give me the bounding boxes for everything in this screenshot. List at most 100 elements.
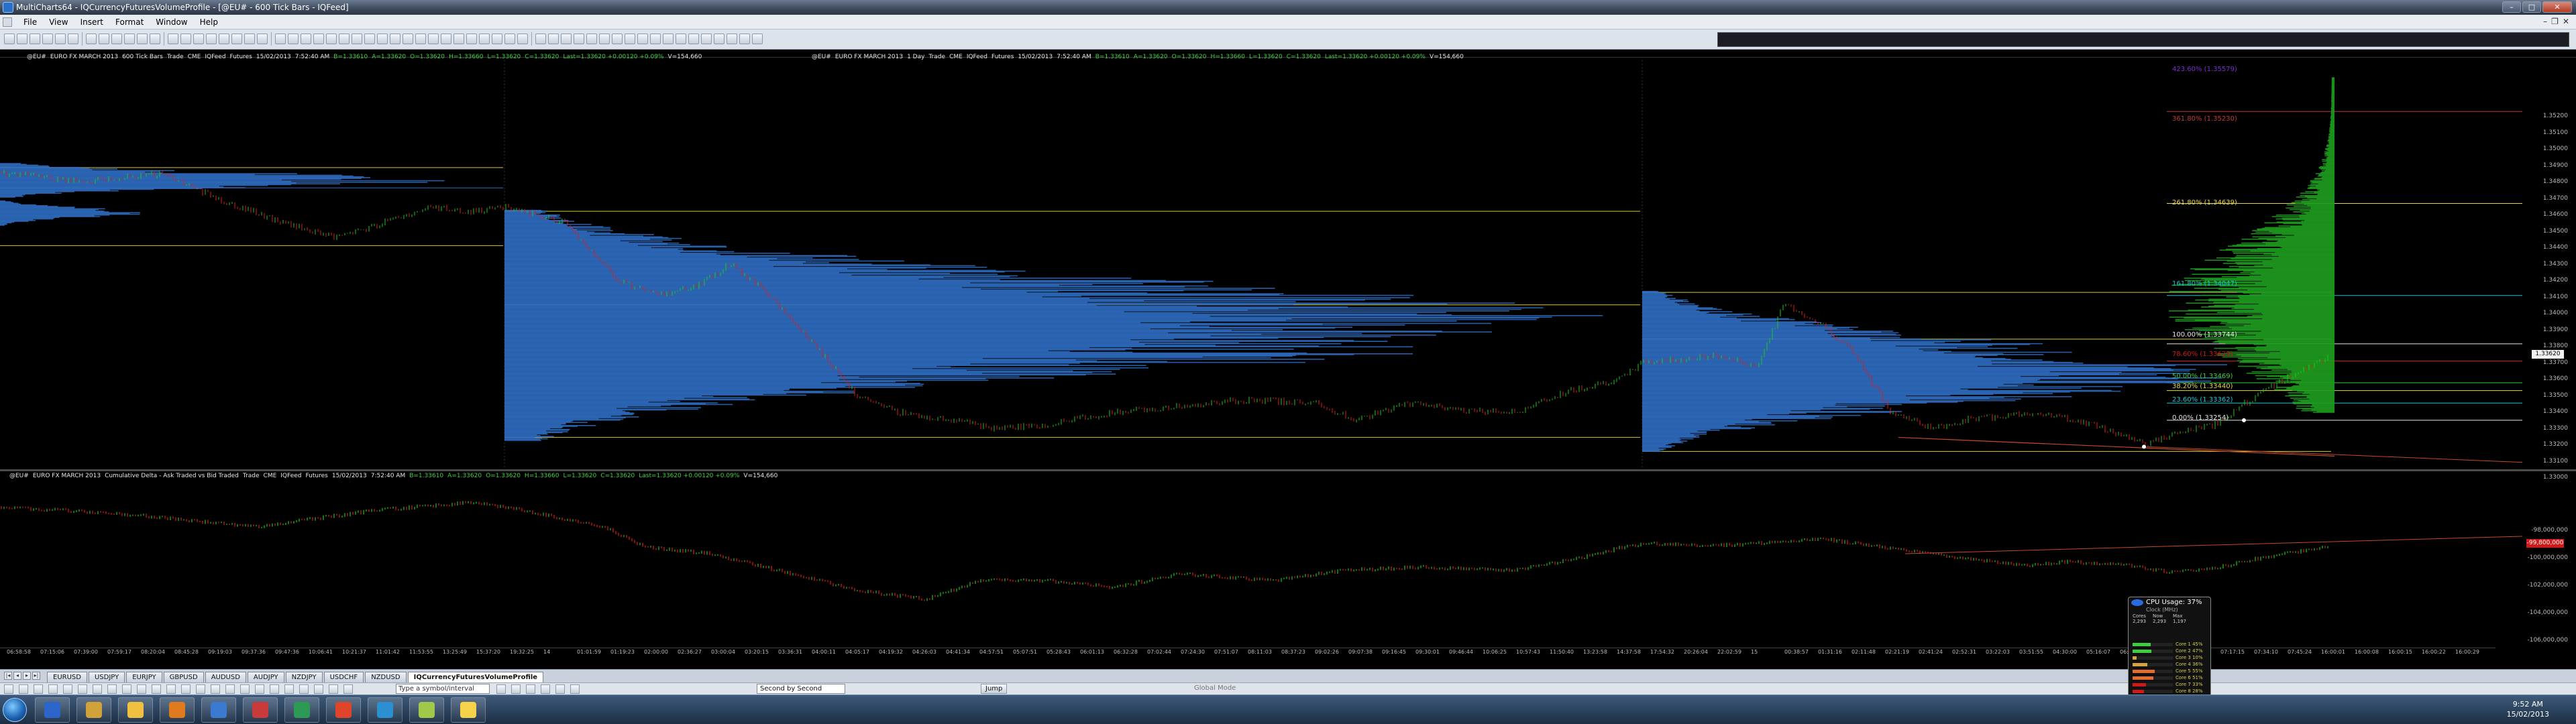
bottom-tool-icon[interactable] <box>270 684 279 694</box>
bottom-tool-icon[interactable] <box>78 684 87 694</box>
toolbar-tool-icon[interactable] <box>244 34 255 44</box>
bottom-tool-icon[interactable] <box>63 684 72 694</box>
toolbar-tool-icon[interactable] <box>326 34 337 44</box>
toolbar-tool-icon[interactable] <box>206 34 217 44</box>
workspace-tab[interactable]: AUDJPY <box>247 672 284 682</box>
tab-prev-icon[interactable]: ◂ <box>13 672 21 680</box>
toolbar-tool-icon[interactable] <box>231 34 242 44</box>
toolbar-tool-icon[interactable] <box>517 34 528 44</box>
toolbar-tool-icon[interactable] <box>42 34 53 44</box>
toolbar-tool-icon[interactable] <box>504 34 515 44</box>
toolbar-tool-icon[interactable] <box>257 34 268 44</box>
toolbar-tool-icon[interactable] <box>68 34 78 44</box>
toolbar-tool-icon[interactable] <box>574 34 584 44</box>
toolbar-tool-icon[interactable] <box>561 34 572 44</box>
bottom-tool-icon[interactable] <box>4 684 13 694</box>
toolbar-tool-icon[interactable] <box>168 34 178 44</box>
cpu-usage-gadget[interactable]: CPU Usage: 37% Clock (MHz) Cores Now Max 2… <box>2128 597 2211 697</box>
toolbar-tool-icon[interactable] <box>99 34 109 44</box>
toolbar-tool-icon[interactable] <box>453 34 464 44</box>
toolbar-tool-icon[interactable] <box>364 34 375 44</box>
bottom-tool-icon[interactable] <box>211 684 220 694</box>
toolbar-tool-icon[interactable] <box>637 34 648 44</box>
mdi-minimize-icon[interactable]: – <box>2543 17 2547 26</box>
bottom-tool-icon[interactable] <box>570 684 580 694</box>
toolbar-tool-icon[interactable] <box>30 34 40 44</box>
toolbar-tool-icon[interactable] <box>301 34 311 44</box>
bottom-tool-icon[interactable] <box>122 684 131 694</box>
bottom-tool-icon[interactable] <box>107 684 117 694</box>
trading-app-icon[interactable] <box>284 697 319 723</box>
toolbar-tool-icon[interactable] <box>466 34 477 44</box>
toolbar-tool-icon[interactable] <box>339 34 350 44</box>
workspace-tab[interactable]: EURJPY <box>126 672 162 682</box>
system-clock[interactable]: 9:52 AM 15/02/2013 <box>2507 699 2549 719</box>
toolbar-tool-icon[interactable] <box>111 34 122 44</box>
bottom-tool-icon[interactable] <box>225 684 235 694</box>
toolbar-tool-icon[interactable] <box>625 34 635 44</box>
maximize-button[interactable]: □ <box>2522 1 2541 13</box>
menu-help[interactable]: Help <box>194 17 224 27</box>
bottom-tool-icon[interactable] <box>166 684 176 694</box>
document-icon[interactable] <box>3 17 12 27</box>
toolbar-tool-icon[interactable] <box>548 34 559 44</box>
tab-first-icon[interactable]: |◂ <box>4 672 12 680</box>
toolbar-tool-icon[interactable] <box>4 34 15 44</box>
toolbar-tool-icon[interactable] <box>275 34 286 44</box>
bottom-tool-icon[interactable] <box>284 684 294 694</box>
bottom-tool-icon[interactable] <box>255 684 264 694</box>
workspace-tab[interactable]: EURUSD <box>47 672 87 682</box>
bottom-tool-icon[interactable] <box>314 684 323 694</box>
ie-app-icon[interactable] <box>35 697 70 723</box>
toolbar-tool-icon[interactable] <box>137 34 148 44</box>
notes-app-icon[interactable] <box>409 697 444 723</box>
pane-divider[interactable] <box>0 469 2576 471</box>
bottom-tool-icon[interactable] <box>19 684 28 694</box>
toolbar-tool-icon[interactable] <box>663 34 674 44</box>
mdi-restore-icon[interactable]: ❐ <box>2551 17 2559 26</box>
toolbar-tool-icon[interactable] <box>17 34 28 44</box>
close-button[interactable]: ✕ <box>2542 1 2572 13</box>
toolbar-tool-icon[interactable] <box>428 34 439 44</box>
toolbar-tool-icon[interactable] <box>586 34 597 44</box>
toolbar-tool-icon[interactable] <box>124 34 135 44</box>
bottom-tool-icon[interactable] <box>93 684 102 694</box>
toolbar-tool-icon[interactable] <box>441 34 451 44</box>
toolbar-tool-icon[interactable] <box>219 34 229 44</box>
bottom-tool-icon[interactable] <box>34 684 43 694</box>
toolbar-tool-icon[interactable] <box>535 34 546 44</box>
toolbar-tool-icon[interactable] <box>313 34 324 44</box>
toolbar-tool-icon[interactable] <box>150 34 160 44</box>
tool-app-icon[interactable] <box>243 697 278 723</box>
toolbar-tool-icon[interactable] <box>599 34 610 44</box>
tab-last-icon[interactable]: ▸| <box>32 672 40 680</box>
bottom-tool-icon[interactable] <box>555 684 565 694</box>
toolbar-tool-icon[interactable] <box>402 34 413 44</box>
toolbar-tool-icon[interactable] <box>377 34 388 44</box>
tab-next-icon[interactable]: ▸ <box>23 672 31 680</box>
workspace-tab[interactable]: NZDUSD <box>365 672 407 682</box>
jump-button[interactable]: Jump <box>981 684 1008 694</box>
toolbar-tool-icon[interactable] <box>352 34 362 44</box>
bottom-tool-icon[interactable] <box>496 684 506 694</box>
workspace-tab[interactable]: IQCurrencyFuturesVolumeProfile <box>407 672 544 682</box>
chart-app-icon[interactable] <box>368 697 402 723</box>
chrome-app-icon[interactable] <box>326 697 361 723</box>
toolbar-tool-icon[interactable] <box>180 34 191 44</box>
toolbar-tool-icon[interactable] <box>688 34 699 44</box>
global-mode-label[interactable]: Global Mode <box>1194 684 1236 692</box>
toolbar-tool-icon[interactable] <box>415 34 426 44</box>
bottom-tool-icon[interactable] <box>48 684 58 694</box>
workspace-tab[interactable]: USDJPY <box>88 672 125 682</box>
toolbar-tool-icon[interactable] <box>390 34 400 44</box>
bottom-tool-icon[interactable] <box>511 684 521 694</box>
workspace-tab[interactable]: GBPUSD <box>163 672 204 682</box>
menu-view[interactable]: View <box>43 17 74 27</box>
symbol-interval-input[interactable]: Type a symbol/interval <box>396 684 490 694</box>
workspace-tab[interactable]: NZDJPY <box>285 672 323 682</box>
toolbar-tool-icon[interactable] <box>193 34 204 44</box>
toolbar-tool-icon[interactable] <box>739 34 750 44</box>
toolbar-tool-icon[interactable] <box>714 34 724 44</box>
bottom-tool-icon[interactable] <box>541 684 550 694</box>
workspace-tab[interactable]: USDCHF <box>323 672 364 682</box>
